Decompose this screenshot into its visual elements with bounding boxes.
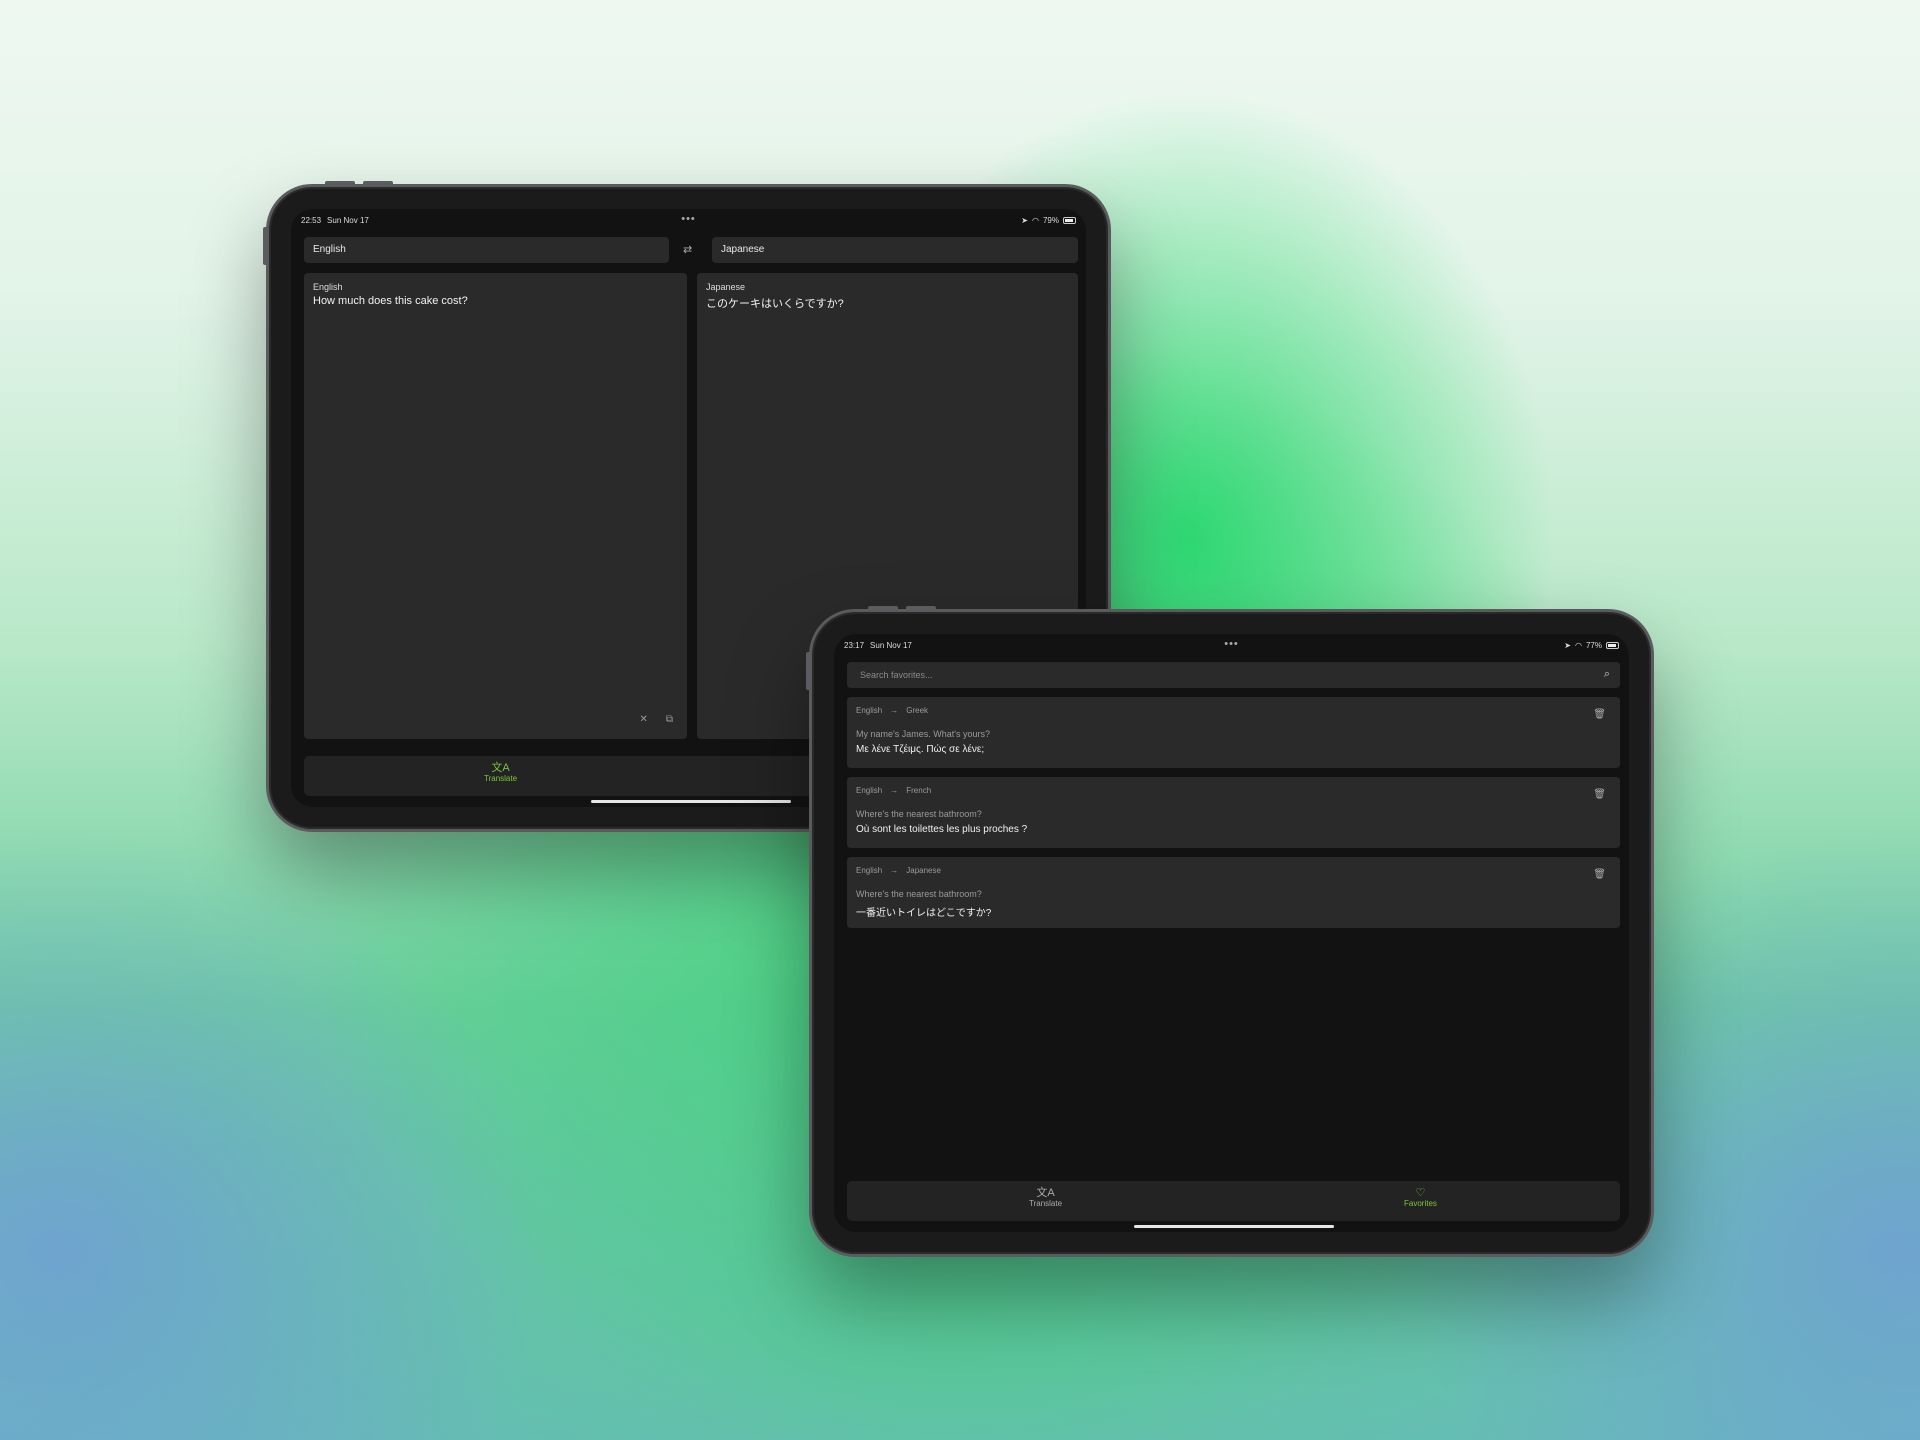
tab-favorites-label: Favorites <box>1404 1199 1437 1208</box>
language-pair: English → Japanese <box>856 866 1611 875</box>
location-icon: ➤ <box>1564 640 1571 650</box>
arrow-right-icon: → <box>890 786 899 795</box>
ipad-front: 23:17 Sun Nov 17 ••• ➤ ◠ 77% Search favo… <box>806 606 1654 1257</box>
trash-icon[interactable]: 🗑 <box>1593 709 1606 720</box>
favorite-source-text: Where's the nearest bathroom? <box>856 809 982 819</box>
home-indicator <box>591 800 791 803</box>
source-text-panel[interactable]: English How much does this cake cost? ✕ … <box>304 273 687 739</box>
to-language: Japanese <box>906 866 941 875</box>
heart-icon: ♡ <box>1415 1187 1426 1199</box>
search-favorites-input[interactable]: Search favorites... ⌕ <box>847 662 1620 688</box>
to-language: Greek <box>906 706 929 715</box>
source-text-input[interactable]: How much does this cake cost? <box>313 295 678 307</box>
status-bar: 22:53 Sun Nov 17 ••• ➤ ◠ 79% <box>291 209 1086 231</box>
language-pair: English → Greek <box>856 706 1611 715</box>
translate-icon: 文A <box>1036 1187 1055 1199</box>
status-date: Sun Nov 17 <box>870 640 912 650</box>
status-time: 22:53 <box>301 215 322 225</box>
favorite-source-text: Where's the nearest bathroom? <box>856 889 982 899</box>
favorite-translation: 一番近いトイレはどこですか? <box>856 908 992 919</box>
favorite-item[interactable]: English → Greek My name's James. What's … <box>847 697 1620 768</box>
from-language: English <box>856 866 883 875</box>
tab-translate[interactable]: 文A Translate <box>1029 1187 1062 1208</box>
battery-icon <box>1063 216 1076 224</box>
source-language-picker[interactable]: English <box>304 237 669 263</box>
status-date: Sun Nov 17 <box>327 215 369 225</box>
from-language: English <box>856 706 883 715</box>
source-panel-label: English <box>313 282 343 292</box>
swap-arrows-icon[interactable]: ⇄ <box>683 243 692 256</box>
language-pair: English → French <box>856 786 1611 795</box>
search-icon[interactable]: ⌕ <box>1604 668 1610 681</box>
battery-percent: 77% <box>1585 640 1602 650</box>
battery-icon <box>1606 641 1619 649</box>
multitasking-dots[interactable]: ••• <box>1224 638 1239 650</box>
to-language: French <box>906 786 932 795</box>
arrow-right-icon: → <box>890 706 899 715</box>
tab-favorites[interactable]: ♡ Favorites <box>1404 1187 1437 1208</box>
status-bar: 23:17 Sun Nov 17 ••• ➤ ◠ 77% <box>834 634 1629 656</box>
wifi-icon: ◠ <box>1575 640 1582 650</box>
translate-icon: 文A <box>491 762 510 774</box>
source-language-label: English <box>313 244 346 255</box>
favorites-screen: 23:17 Sun Nov 17 ••• ➤ ◠ 77% Search favo… <box>834 634 1629 1232</box>
search-placeholder: Search favorites... <box>860 670 933 680</box>
tab-translate-label: Translate <box>484 774 518 783</box>
favorite-translation: Με λένε Τζέιμς. Πώς σε λένε; <box>856 744 985 755</box>
favorite-item[interactable]: English → Japanese Where's the nearest b… <box>847 857 1620 928</box>
location-icon: ➤ <box>1021 215 1028 225</box>
status-time: 23:17 <box>844 640 865 650</box>
target-panel-label: Japanese <box>706 282 746 292</box>
translated-text: このケーキはいくらですか? <box>706 298 844 310</box>
clear-icon[interactable]: ✕ <box>639 714 647 725</box>
target-language-picker[interactable]: Japanese <box>712 237 1078 263</box>
tab-bar: 文A Translate ♡ Favorites <box>847 1181 1620 1221</box>
copy-icon[interactable]: ⧉ <box>666 714 673 725</box>
from-language: English <box>856 786 883 795</box>
battery-percent: 79% <box>1042 215 1059 225</box>
tab-translate[interactable]: 文A Translate <box>484 762 517 783</box>
tab-translate-label: Translate <box>1029 1199 1063 1208</box>
favorite-item[interactable]: English → French Where's the nearest bat… <box>847 777 1620 848</box>
trash-icon[interactable]: 🗑 <box>1593 789 1606 800</box>
favorite-source-text: My name's James. What's yours? <box>856 729 990 739</box>
trash-icon[interactable]: 🗑 <box>1593 869 1606 880</box>
multitasking-dots[interactable]: ••• <box>681 213 696 225</box>
arrow-right-icon: → <box>890 866 899 875</box>
home-indicator <box>1134 1225 1334 1228</box>
wifi-icon: ◠ <box>1032 215 1039 225</box>
target-language-label: Japanese <box>721 244 765 255</box>
favorite-translation: Où sont les toilettes les plus proches ? <box>856 824 1028 835</box>
